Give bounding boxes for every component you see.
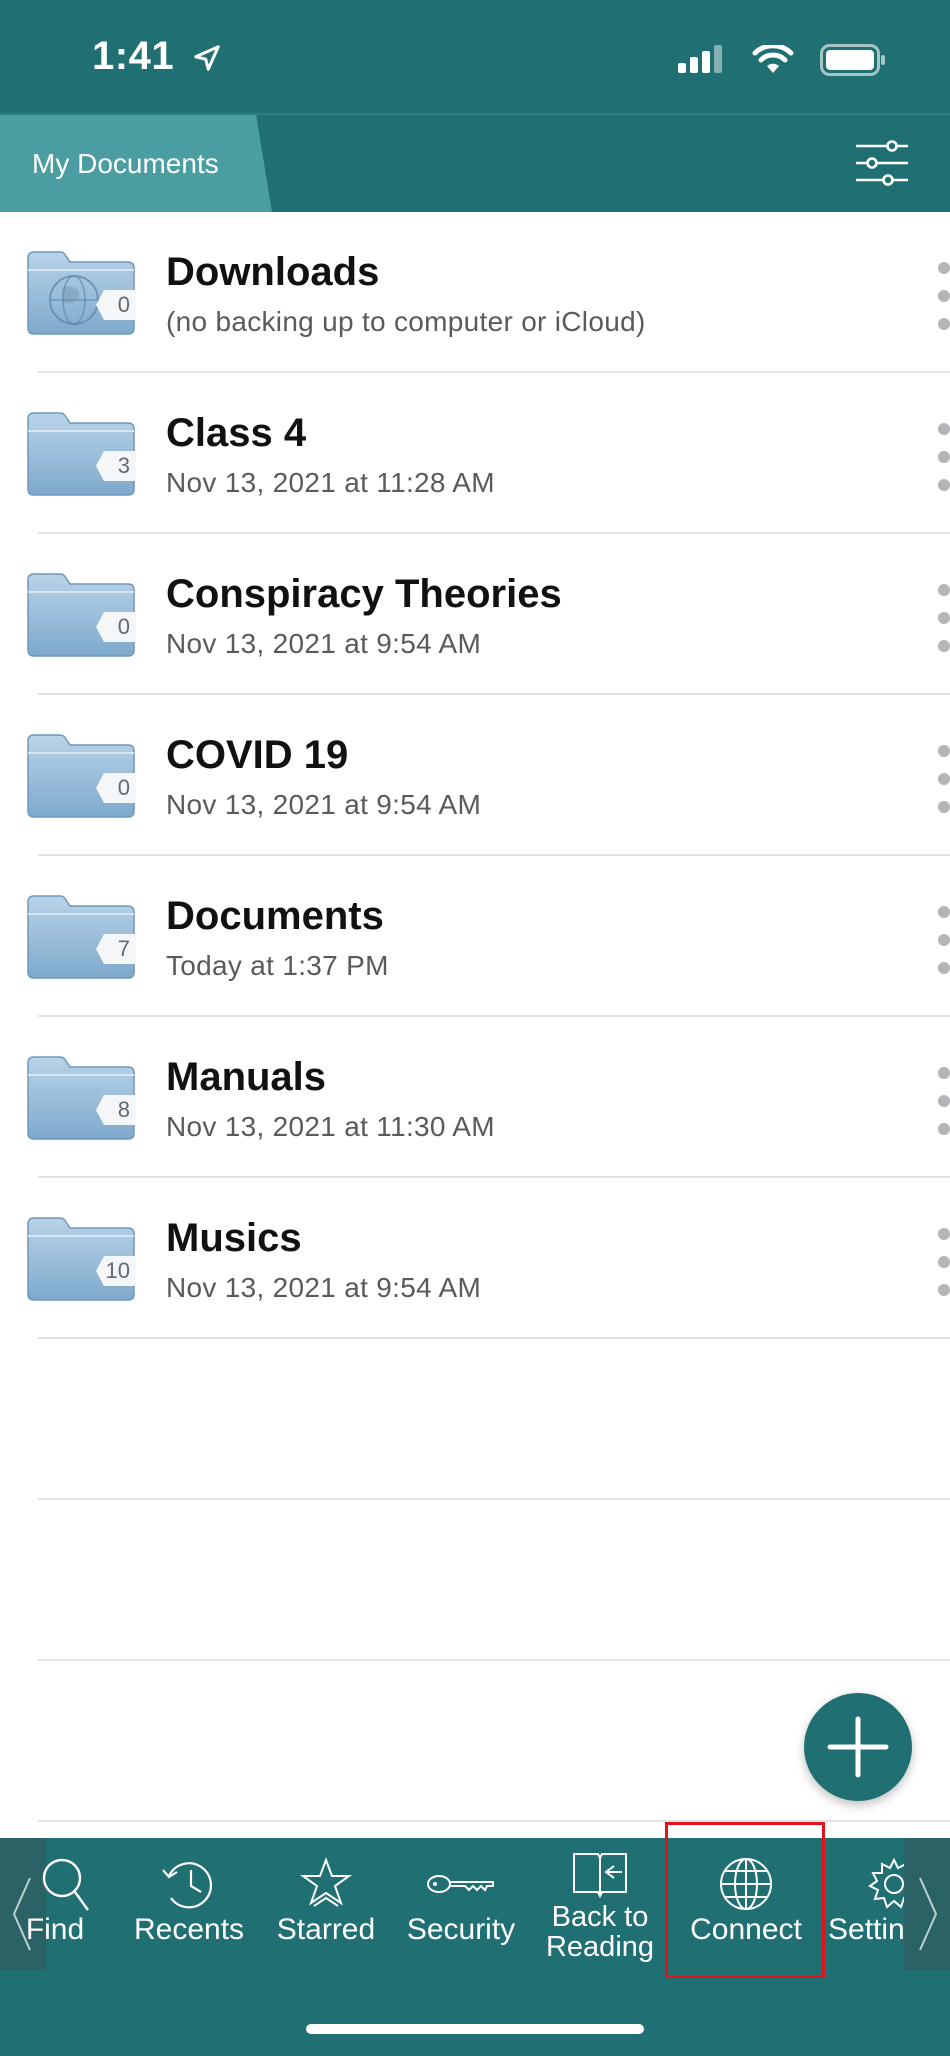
empty-row bbox=[0, 1500, 950, 1661]
tab-back-to-reading[interactable]: Back to Reading bbox=[536, 1848, 664, 1968]
more-dot-icon bbox=[938, 290, 950, 302]
more-dot-icon bbox=[938, 1284, 950, 1296]
more-dot-icon bbox=[938, 1095, 950, 1107]
search-icon bbox=[42, 1858, 89, 1911]
folder-row-covid-19[interactable]: 0 COVID 19 Nov 13, 2021 at 9:54 AM bbox=[0, 695, 950, 856]
status-time: 1:41 bbox=[92, 34, 222, 79]
status-bar: 1:41 bbox=[0, 0, 950, 114]
folder-list: 0 Downloads (no backing up to computer o… bbox=[0, 212, 950, 1822]
more-dot-icon bbox=[938, 962, 950, 974]
more-options-button[interactable] bbox=[936, 906, 950, 976]
folder-count-badge: 0 bbox=[96, 773, 136, 803]
more-dot-icon bbox=[938, 1123, 950, 1135]
sliders-icon bbox=[856, 140, 908, 186]
tab-label: Recents bbox=[133, 1913, 245, 1946]
folder-row-documents[interactable]: 7 Documents Today at 1:37 PM bbox=[0, 856, 950, 1017]
folder-count-badge: 3 bbox=[96, 451, 136, 481]
more-dot-icon bbox=[938, 934, 950, 946]
more-dot-icon bbox=[938, 906, 950, 918]
chevron-right-icon bbox=[919, 1877, 938, 1951]
more-dot-icon bbox=[938, 1067, 950, 1079]
more-options-button[interactable] bbox=[936, 584, 950, 654]
more-dot-icon bbox=[938, 584, 950, 596]
folder-count-badge: 10 bbox=[96, 1256, 136, 1286]
more-dot-icon bbox=[938, 262, 950, 274]
folder-row-downloads[interactable]: 0 Downloads (no backing up to computer o… bbox=[0, 212, 950, 373]
status-time-text: 1:41 bbox=[92, 34, 175, 78]
empty-row bbox=[0, 1339, 950, 1500]
wifi-icon bbox=[752, 45, 794, 73]
tab-label-line1: Back to bbox=[551, 1901, 649, 1933]
tab-starred[interactable]: Starred bbox=[268, 1854, 384, 1974]
more-dot-icon bbox=[938, 479, 950, 491]
folder-subtitle: Nov 13, 2021 at 9:54 AM bbox=[166, 628, 482, 659]
more-dot-icon bbox=[938, 612, 950, 624]
more-dot-icon bbox=[938, 318, 950, 330]
tab-label-line2: Reading bbox=[545, 1931, 655, 1963]
book-icon bbox=[573, 1853, 627, 1899]
key-icon bbox=[427, 1875, 494, 1893]
folder-row-manuals[interactable]: 8 Manuals Nov 13, 2021 at 11:30 AM bbox=[0, 1017, 950, 1178]
nav-bar: My Documents bbox=[0, 114, 950, 212]
more-options-button[interactable] bbox=[936, 745, 950, 815]
battery-icon bbox=[820, 44, 885, 76]
more-dot-icon bbox=[938, 745, 950, 757]
folder-count-badge: 0 bbox=[96, 612, 136, 642]
more-options-button[interactable] bbox=[936, 423, 950, 493]
tab-label: Security bbox=[406, 1913, 516, 1946]
page-title: My Documents bbox=[32, 148, 219, 179]
folder-subtitle: Nov 13, 2021 at 11:30 AM bbox=[166, 1111, 495, 1142]
more-dot-icon bbox=[938, 423, 950, 435]
folder-row-class-4[interactable]: 3 Class 4 Nov 13, 2021 at 11:28 AM bbox=[0, 373, 950, 534]
add-button[interactable] bbox=[804, 1693, 912, 1801]
home-indicator bbox=[306, 2024, 644, 2034]
more-dot-icon bbox=[938, 451, 950, 463]
sort-filter-button[interactable] bbox=[854, 138, 910, 188]
tab-security[interactable]: Security bbox=[396, 1854, 526, 1974]
more-options-button[interactable] bbox=[936, 1067, 950, 1137]
folder-name: Musics bbox=[166, 1216, 302, 1260]
folder-count-badge: 7 bbox=[96, 934, 136, 964]
folder-subtitle: Nov 13, 2021 at 9:54 AM bbox=[166, 789, 482, 820]
folder-count-badge: 8 bbox=[96, 1095, 136, 1125]
tab-recents[interactable]: Recents bbox=[124, 1854, 254, 1974]
title-tab[interactable]: My Documents bbox=[0, 114, 272, 212]
scroll-right-button[interactable] bbox=[904, 1838, 950, 1970]
folder-subtitle: Nov 13, 2021 at 11:28 AM bbox=[166, 467, 495, 498]
folder-name: Class 4 bbox=[166, 411, 307, 455]
more-dot-icon bbox=[938, 1228, 950, 1240]
more-dot-icon bbox=[938, 640, 950, 652]
cellular-signal-icon bbox=[678, 45, 722, 73]
tab-find[interactable]: Find bbox=[10, 1854, 100, 1974]
clock-icon bbox=[162, 1862, 212, 1909]
more-dot-icon bbox=[938, 1256, 950, 1268]
folder-name: Manuals bbox=[166, 1055, 327, 1099]
folder-name: Conspiracy Theories bbox=[166, 572, 562, 616]
folder-subtitle: Today at 1:37 PM bbox=[166, 950, 389, 981]
status-icons bbox=[678, 44, 886, 76]
tab-label: Find bbox=[25, 1913, 85, 1946]
more-options-button[interactable] bbox=[936, 1228, 950, 1298]
plus-icon bbox=[827, 1716, 889, 1778]
folder-subtitle: Nov 13, 2021 at 9:54 AM bbox=[166, 1272, 482, 1303]
star-icon bbox=[299, 1857, 353, 1907]
folder-row-conspiracy-theories[interactable]: 0 Conspiracy Theories Nov 13, 2021 at 9:… bbox=[0, 534, 950, 695]
folder-subtitle: (no backing up to computer or iCloud) bbox=[166, 306, 646, 337]
selection-highlight bbox=[665, 1822, 825, 1978]
folder-name: COVID 19 bbox=[166, 733, 349, 777]
location-arrow-icon bbox=[193, 45, 220, 71]
folder-name: Documents bbox=[166, 894, 384, 938]
tab-label: Starred bbox=[276, 1913, 376, 1946]
nav-divider bbox=[0, 113, 950, 115]
more-dot-icon bbox=[938, 773, 950, 785]
folder-count-badge: 0 bbox=[96, 290, 136, 320]
more-dot-icon bbox=[938, 801, 950, 813]
folder-name: Downloads bbox=[166, 250, 380, 294]
more-options-button[interactable] bbox=[936, 262, 950, 332]
folder-row-musics[interactable]: 10 Musics Nov 13, 2021 at 9:54 AM bbox=[0, 1178, 950, 1339]
